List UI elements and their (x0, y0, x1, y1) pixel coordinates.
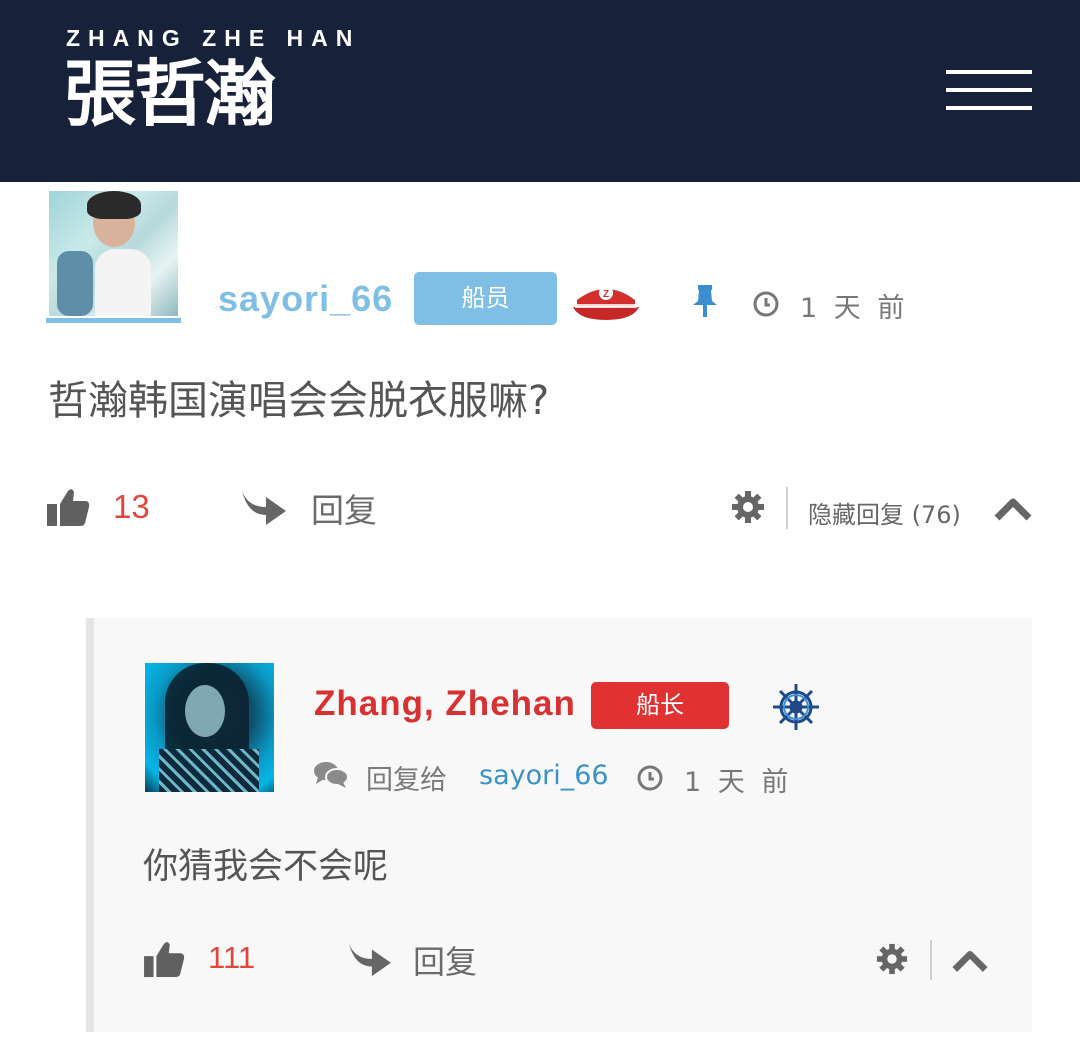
pin-icon (693, 285, 717, 317)
hide-replies-toggle[interactable]: 隐藏回复 (76) (808, 495, 961, 530)
reply-arrow-icon[interactable] (347, 940, 393, 978)
reply-username[interactable]: Zhang, Zhehan (314, 684, 576, 724)
post-like-count: 13 (113, 488, 150, 525)
reply-timestamp[interactable]: 1 天 前 (684, 760, 792, 799)
logo-latin-text: ZHANG ZHE HAN (66, 25, 361, 51)
post-reply-button[interactable]: 回复 (311, 484, 377, 532)
chevron-up-icon[interactable] (951, 946, 989, 974)
role-badge: 船长 (591, 682, 729, 729)
gear-icon[interactable] (731, 490, 765, 524)
menu-bar-icon (946, 106, 1032, 110)
gear-icon[interactable] (876, 943, 908, 975)
thumbs-up-icon[interactable] (143, 940, 185, 978)
thumbs-up-icon[interactable] (46, 487, 90, 527)
site-header: ZHANG ZHE HAN 張哲瀚 (0, 0, 1080, 182)
reply-to-user-link[interactable]: sayori_66 (479, 760, 609, 791)
clock-icon (637, 765, 663, 791)
action-divider (930, 940, 932, 980)
menu-bar-icon (946, 70, 1032, 74)
reply-to-label: 回复给 (366, 765, 447, 796)
reply-content: 你猜我会不会呢 (143, 847, 389, 887)
role-badge: 船员 (414, 272, 557, 325)
post-timestamp[interactable]: 1 天 前 (800, 286, 908, 325)
reply-like-count: 111 (208, 940, 256, 975)
avatar-underline (46, 318, 181, 323)
hamburger-menu-button[interactable] (946, 70, 1032, 110)
avatar-zhang-zhehan[interactable] (145, 663, 274, 792)
reply-arrow-icon[interactable] (240, 487, 288, 527)
logo-chinese-text[interactable]: 張哲瀚 (64, 50, 276, 138)
reply-reply-button[interactable]: 回复 (413, 937, 477, 983)
post-username[interactable]: sayori_66 (218, 278, 393, 320)
svg-text:Z: Z (603, 289, 609, 300)
clock-icon (753, 291, 779, 317)
comments-icon (314, 762, 349, 788)
post-content: 哲瀚韩国演唱会会脱衣服嘛? (48, 378, 550, 424)
menu-bar-icon (946, 88, 1032, 92)
avatar-sayori[interactable] (49, 191, 178, 316)
ship-wheel-icon (773, 684, 819, 730)
action-divider (786, 487, 788, 529)
captain-hat-icon: Z (573, 286, 639, 320)
chevron-up-icon[interactable] (993, 494, 1033, 522)
reply-indent-border (86, 618, 94, 1032)
